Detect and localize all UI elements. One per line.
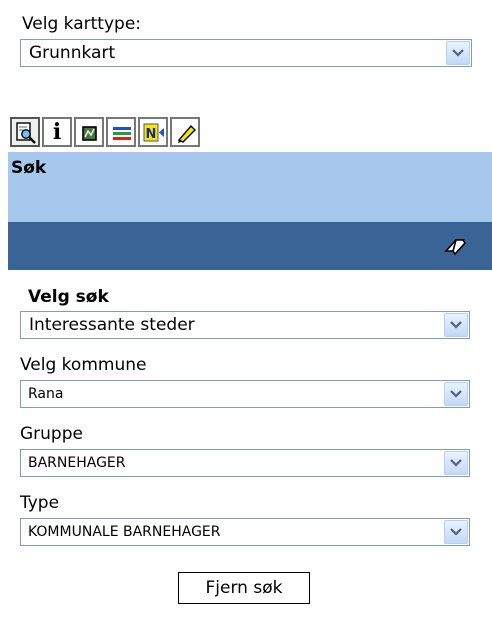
gruppe-value: BARNEHAGER xyxy=(28,455,126,471)
gruppe-select[interactable]: BARNEHAGER xyxy=(20,449,470,477)
chevron-down-icon[interactable] xyxy=(444,520,468,544)
search-panel-toolbar xyxy=(8,222,492,270)
chevron-down-icon[interactable] xyxy=(446,41,470,65)
search-type-select[interactable]: Interessante steder xyxy=(20,311,470,339)
info-icon: i xyxy=(52,119,62,145)
search-type-value: Interessante steder xyxy=(29,315,195,335)
map-type-value: Grunnkart xyxy=(29,43,116,63)
type-label: Type xyxy=(20,493,60,513)
search-icon xyxy=(16,122,36,144)
chevron-down-icon[interactable] xyxy=(444,313,468,337)
tool-layers[interactable] xyxy=(106,117,136,147)
tool-info[interactable]: i xyxy=(42,117,72,147)
kommune-select[interactable]: Rana xyxy=(20,380,470,408)
chevron-down-icon[interactable] xyxy=(444,451,468,475)
type-value: KOMMUNALE BARNEHAGER xyxy=(28,524,221,540)
map-icon xyxy=(82,126,97,141)
tool-map[interactable] xyxy=(74,117,104,147)
map-type-select[interactable]: Grunnkart xyxy=(20,39,472,67)
svg-text:N: N xyxy=(146,127,157,142)
eraser-icon[interactable] xyxy=(444,236,468,256)
search-panel-title: Søk xyxy=(11,158,47,178)
search-type-label: Velg søk xyxy=(28,287,109,307)
tool-search[interactable] xyxy=(10,117,40,147)
layers-icon xyxy=(113,127,131,140)
chevron-down-icon[interactable] xyxy=(444,382,468,406)
tool-pencil[interactable] xyxy=(170,117,200,147)
type-select[interactable]: KOMMUNALE BARNEHAGER xyxy=(20,518,470,546)
kommune-label: Velg kommune xyxy=(20,355,147,375)
north-arrow-icon: N xyxy=(143,123,164,142)
tool-north[interactable]: N xyxy=(138,117,168,147)
kommune-value: Rana xyxy=(28,386,64,402)
search-panel-header: Søk xyxy=(8,152,492,222)
clear-search-button[interactable]: Fjern søk xyxy=(178,572,310,604)
pencil-icon xyxy=(177,124,196,143)
gruppe-label: Gruppe xyxy=(20,424,83,444)
map-type-label: Velg karttype: xyxy=(22,14,142,34)
